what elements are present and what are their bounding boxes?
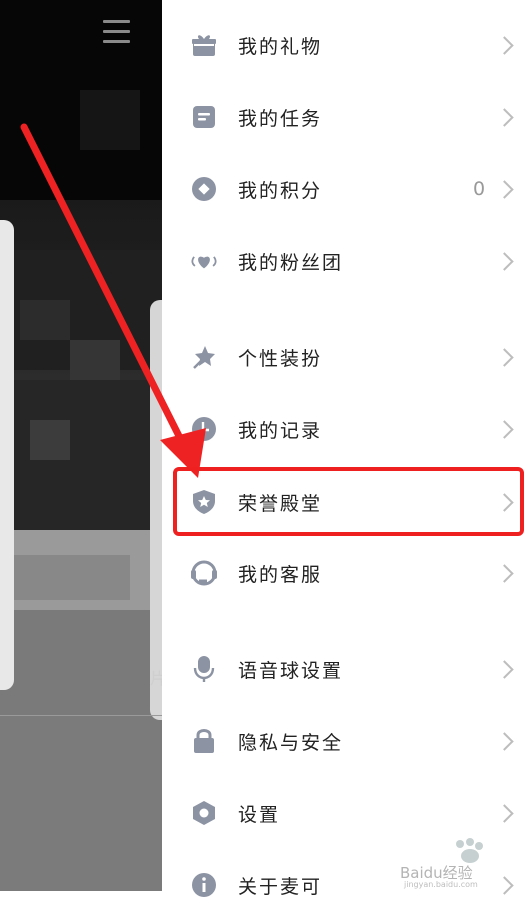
- watermark-subtext: jingyan.baidu.com: [404, 880, 478, 889]
- annotation-highlight-box: [173, 467, 524, 536]
- annotation-arrow: [20, 123, 206, 478]
- baidu-watermark: Baidu经验 jingyan.baidu.com: [400, 832, 525, 889]
